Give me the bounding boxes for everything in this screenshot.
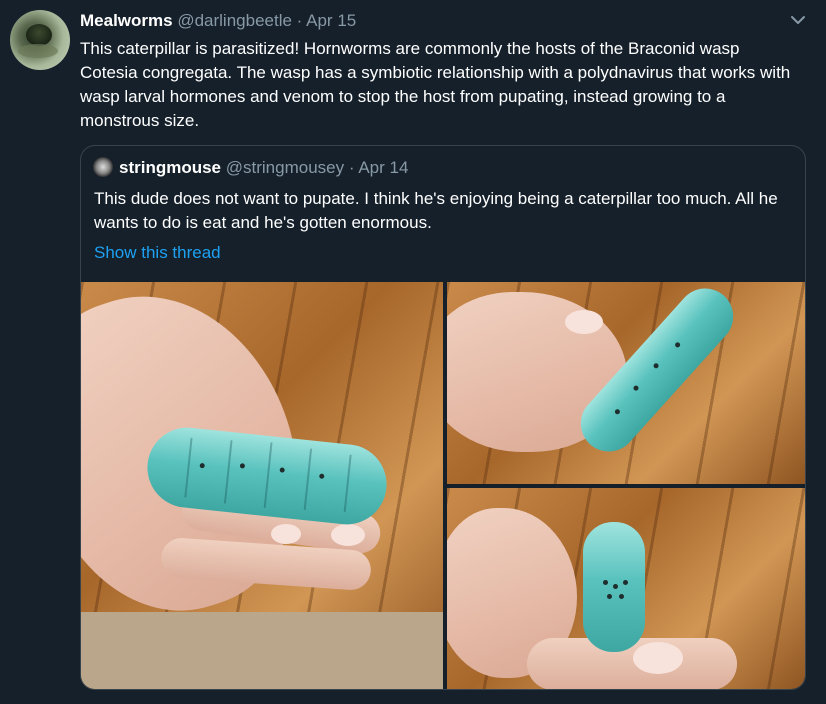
avatar-leaf-shape — [18, 44, 58, 58]
quoted-header: stringmouse @stringmousey · Apr 14 — [93, 157, 408, 179]
tweet-text: This caterpillar is parasitized! Hornwor… — [80, 39, 791, 130]
photo-caterpillar-head[interactable] — [447, 488, 805, 689]
fingernail — [565, 310, 603, 334]
tweet-date[interactable]: Apr 15 — [306, 11, 356, 30]
fingernail — [633, 642, 683, 674]
photo-caterpillar-top[interactable] — [447, 282, 805, 484]
quoted-tweet[interactable]: stringmouse @stringmousey · Apr 14 This … — [80, 145, 806, 690]
quoted-avatar — [93, 157, 113, 177]
quoted-text: This dude does not want to pupate. I thi… — [94, 189, 778, 232]
fingernail — [271, 524, 301, 544]
media-grid — [81, 282, 805, 689]
fingernail — [331, 524, 365, 546]
quoted-separator: · — [348, 158, 355, 177]
chevron-down-icon[interactable] — [788, 10, 808, 30]
avatar-beetle-shape — [26, 24, 52, 46]
tweet[interactable]: Mealworms @darlingbeetle · Apr 15 This c… — [0, 0, 826, 704]
author-name[interactable]: Mealworms — [80, 11, 173, 30]
caterpillar — [583, 522, 645, 652]
quoted-author-name: stringmouse — [119, 158, 222, 177]
quoted-author-handle: @stringmousey — [225, 158, 345, 177]
photo-caterpillar-side[interactable] — [81, 282, 443, 689]
separator: · — [296, 11, 303, 30]
quoted-date: Apr 14 — [358, 158, 409, 177]
author-avatar[interactable] — [10, 10, 70, 70]
floor — [81, 612, 443, 689]
tweet-header: Mealworms @darlingbeetle · Apr 15 — [80, 10, 356, 32]
author-handle[interactable]: @darlingbeetle — [177, 11, 292, 30]
show-thread-link[interactable]: Show this thread — [94, 241, 221, 265]
